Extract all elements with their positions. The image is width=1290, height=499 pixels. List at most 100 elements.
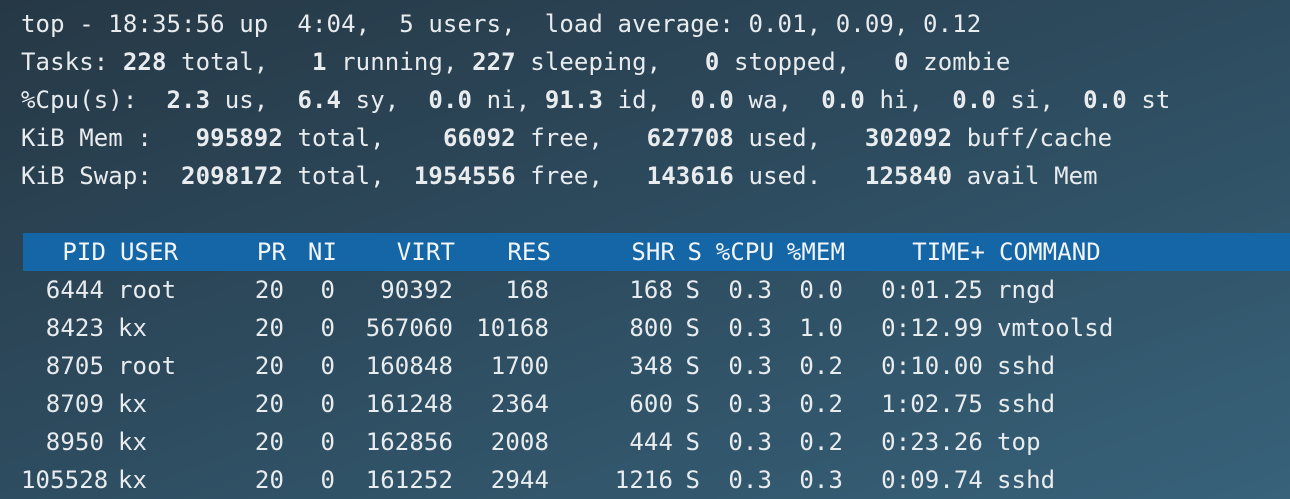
process-state: S bbox=[685, 276, 700, 304]
process-cpu: 0.3 bbox=[728, 314, 772, 342]
tasks-line: Tasks: 228 total, 1 running, 227 sleepin… bbox=[21, 43, 1290, 81]
header-mem: %MEM bbox=[786, 238, 845, 266]
tasks-running-label: running, bbox=[326, 48, 473, 76]
cpu-ni: 0.0 bbox=[428, 86, 473, 114]
cpu-si: 0.0 bbox=[952, 86, 996, 114]
process-command: top bbox=[997, 428, 1041, 456]
process-row: 6444 root 20 0 90392 168 168 S 0.3 0.0 0:01.25 rngd bbox=[21, 271, 1290, 309]
process-command: rngd bbox=[997, 276, 1056, 304]
mem-buff: 302092 bbox=[864, 124, 953, 152]
process-ni: 0 bbox=[320, 314, 335, 342]
process-state: S bbox=[685, 352, 700, 380]
process-shr: 1216 bbox=[614, 466, 673, 494]
process-virt: 161248 bbox=[365, 390, 453, 418]
process-virt: 90392 bbox=[380, 276, 453, 304]
process-virt: 162856 bbox=[365, 428, 453, 456]
header-cpu: %CPU bbox=[715, 238, 774, 266]
process-time: 0:01.25 bbox=[881, 276, 983, 304]
swap-used: 143616 bbox=[646, 162, 734, 190]
mem-line: KiB Mem : 995892 total, 66092 free, 6277… bbox=[21, 119, 1290, 157]
header-shr: SHR bbox=[631, 238, 675, 266]
cpu-hi-label: hi, bbox=[864, 86, 953, 114]
process-ni: 0 bbox=[320, 390, 335, 418]
process-virt: 567060 bbox=[365, 314, 453, 342]
tasks-zombie-label: zombie bbox=[908, 48, 1011, 76]
process-mem: 0.3 bbox=[799, 466, 843, 494]
process-cpu: 0.3 bbox=[728, 276, 772, 304]
swap-avail-label: avail Mem bbox=[952, 162, 1098, 190]
process-command: vmtoolsd bbox=[997, 314, 1114, 342]
tasks-stopped: 0 bbox=[704, 48, 720, 76]
mem-free: 66092 bbox=[442, 124, 516, 152]
tasks-prefix: Tasks: bbox=[21, 48, 123, 76]
process-user: root bbox=[118, 276, 177, 304]
process-pr: 20 bbox=[254, 466, 284, 494]
process-pid: 8705 bbox=[45, 352, 104, 380]
header-pid: PID bbox=[62, 238, 106, 266]
header-ni: NI bbox=[307, 238, 337, 266]
process-ni: 0 bbox=[320, 352, 335, 380]
process-table-header: PID USER PR NI VIRT RES SHR S %CPU %MEM TIME+ COMMA… bbox=[23, 233, 1290, 271]
header-pr: PR bbox=[256, 238, 286, 266]
process-res: 10168 bbox=[476, 314, 549, 342]
process-user: kx bbox=[118, 314, 148, 342]
cpu-id: 91.3 bbox=[544, 86, 604, 114]
cpu-sy: 6.4 bbox=[297, 86, 342, 114]
process-command: sshd bbox=[997, 466, 1056, 494]
process-virt: 161252 bbox=[365, 466, 453, 494]
header-time: TIME+ bbox=[912, 238, 985, 266]
cpu-us-label: us, bbox=[210, 86, 298, 114]
cpu-wa-label: wa, bbox=[733, 86, 822, 114]
cpu-sy-label: sy, bbox=[341, 86, 429, 114]
process-mem: 1.0 bbox=[799, 314, 843, 342]
tasks-sleeping-label: sleeping, bbox=[515, 48, 705, 76]
swap-line: KiB Swap: 2098172 total, 1954556 free, 1… bbox=[21, 157, 1290, 195]
process-res: 168 bbox=[505, 276, 549, 304]
cpu-prefix: %Cpu(s): bbox=[21, 86, 167, 114]
mem-total-label: total, bbox=[282, 124, 443, 152]
process-mem: 0.0 bbox=[799, 276, 843, 304]
process-state: S bbox=[685, 428, 700, 456]
process-cpu: 0.3 bbox=[728, 352, 772, 380]
process-state: S bbox=[685, 466, 700, 494]
process-time: 1:02.75 bbox=[881, 390, 983, 418]
header-s: S bbox=[687, 238, 702, 266]
tasks-zombie: 0 bbox=[894, 48, 909, 76]
process-shr: 800 bbox=[629, 314, 673, 342]
process-cpu: 0.3 bbox=[728, 466, 772, 494]
process-user: kx bbox=[118, 428, 148, 456]
process-pid: 8423 bbox=[45, 314, 104, 342]
cpu-hi: 0.0 bbox=[821, 86, 865, 114]
header-command: COMMAND bbox=[999, 238, 1101, 266]
process-res: 2944 bbox=[490, 466, 549, 494]
cpu-us: 2.3 bbox=[166, 86, 211, 114]
process-command: sshd bbox=[997, 352, 1056, 380]
cpu-id-label: id, bbox=[603, 86, 691, 114]
cpu-st-label: st bbox=[1126, 86, 1171, 114]
header-user: USER bbox=[120, 238, 179, 266]
terminal-window[interactable]: top - 18:35:56 up 4:04, 5 users, load av… bbox=[21, 5, 1290, 499]
process-cpu: 0.3 bbox=[728, 428, 772, 456]
mem-prefix: KiB Mem : bbox=[21, 124, 196, 152]
process-res: 2008 bbox=[490, 428, 549, 456]
swap-used-label: used. bbox=[733, 162, 865, 190]
mem-buff-label: buff/cache bbox=[952, 124, 1113, 152]
process-cpu: 0.3 bbox=[728, 390, 772, 418]
process-pr: 20 bbox=[254, 428, 284, 456]
process-row: 8423 kx 20 0 567060 10168 800 S 0.3 1.0 0:12.99 vmt… bbox=[21, 309, 1290, 347]
process-pid: 6444 bbox=[45, 276, 104, 304]
process-row: 8705 root 20 0 160848 1700 348 S 0.3 0.2 0:10.00 ss… bbox=[21, 347, 1290, 385]
process-row: 8950 kx 20 0 162856 2008 444 S 0.3 0.2 0:23.26 top bbox=[21, 423, 1290, 461]
uptime-line: top - 18:35:56 up 4:04, 5 users, load av… bbox=[21, 10, 982, 38]
process-virt: 160848 bbox=[365, 352, 453, 380]
tasks-total-label: total, bbox=[166, 48, 313, 76]
cpu-si-label: si, bbox=[995, 86, 1084, 114]
process-mem: 0.2 bbox=[799, 428, 843, 456]
process-ni: 0 bbox=[320, 428, 335, 456]
process-time: 0:09.74 bbox=[881, 466, 983, 494]
process-ni: 0 bbox=[320, 466, 335, 494]
mem-used: 627708 bbox=[646, 124, 734, 152]
process-res: 1700 bbox=[490, 352, 549, 380]
process-pid: 8709 bbox=[45, 390, 104, 418]
